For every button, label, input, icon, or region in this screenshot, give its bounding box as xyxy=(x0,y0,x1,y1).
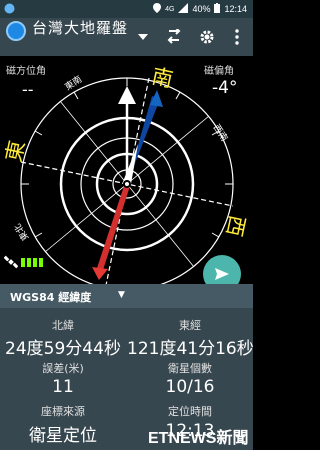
magnetic-bearing-label: 磁方位角 xyxy=(6,66,46,77)
satellites-value: 10/16 xyxy=(165,377,215,397)
app-bar: 台灣大地羅盤 xyxy=(0,18,253,56)
error-label: 誤差(米) xyxy=(42,362,84,375)
swap-icon[interactable] xyxy=(163,26,185,48)
magnetic-bearing-value: -- xyxy=(22,80,34,99)
latitude-label: 北緯 xyxy=(52,319,74,332)
declination-value: -4° xyxy=(212,78,238,98)
status-bar: 4G 40% 12:14 xyxy=(0,0,253,18)
gps-strength-bars xyxy=(21,257,43,267)
source-value: 衛星定位 xyxy=(29,426,97,446)
battery-percent: 40% xyxy=(192,4,211,14)
longitude-value: 121度41分16秒 xyxy=(127,339,254,359)
declination-label: 磁偏角 xyxy=(204,66,234,77)
gps-signal-indicator xyxy=(4,255,43,269)
dropdown-arrow-icon[interactable] xyxy=(132,26,154,48)
latitude-value: 24度59分44秒 xyxy=(5,339,121,359)
app-notification-icon xyxy=(4,3,15,14)
datum-selector[interactable]: WGS84 經緯度 ▼ xyxy=(0,284,253,308)
clock: 12:14 xyxy=(224,4,247,14)
compass-logo-icon xyxy=(6,21,26,41)
send-icon xyxy=(215,268,229,280)
satellite-icon xyxy=(4,255,18,269)
signal-icon xyxy=(178,3,189,15)
app-title: 台灣大地羅盤 xyxy=(32,19,129,37)
compass-view[interactable]: 磁方位角 -- 磁偏角 -4° 南 東 西 東南 西南 東北 xyxy=(0,56,253,284)
dropdown-caret-icon: ▼ xyxy=(118,290,125,300)
error-value: 11 xyxy=(52,377,74,397)
location-icon xyxy=(153,3,162,15)
battery-icon xyxy=(214,3,221,15)
watermark-logo: ETNEWS新聞雲 xyxy=(148,430,249,447)
source-label: 座標來源 xyxy=(41,405,85,418)
fix-time-label: 定位時間 xyxy=(168,405,212,418)
satellites-label: 衛星個數 xyxy=(168,362,212,375)
more-options-icon[interactable] xyxy=(226,26,248,48)
datum-label: WGS84 經緯度 xyxy=(10,291,92,304)
longitude-label: 東經 xyxy=(179,319,201,332)
network-type-label: 4G xyxy=(165,5,175,13)
settings-gear-icon[interactable] xyxy=(196,26,218,48)
